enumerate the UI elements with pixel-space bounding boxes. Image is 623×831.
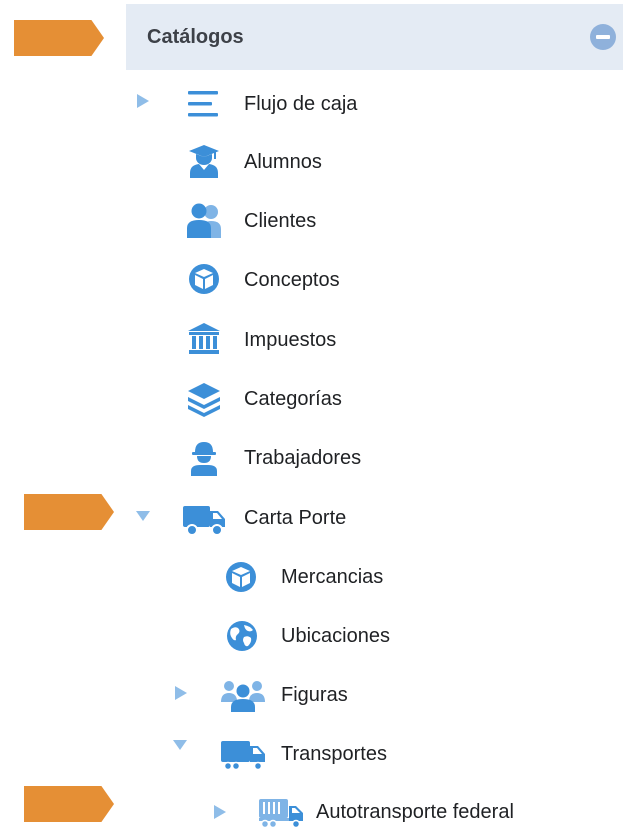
pointer-arrow-catalogos: [14, 20, 104, 56]
people-group-icon: [221, 681, 265, 712]
trailer-truck-icon: [259, 799, 303, 829]
item-label: Autotransporte federal: [316, 800, 514, 823]
item-label: Impuestos: [244, 328, 337, 351]
tree-item-autotransporte-federal[interactable]: Autotransporte federal: [316, 792, 514, 831]
item-label: Ubicaciones: [281, 624, 390, 647]
item-label: Conceptos: [244, 268, 340, 291]
truck-icon: [221, 741, 265, 771]
bank-icon: [188, 323, 220, 354]
item-label: Figuras: [281, 683, 348, 706]
box-icon: [226, 562, 256, 592]
item-label: Alumnos: [244, 150, 322, 173]
expand-triangle-figuras[interactable]: [175, 686, 187, 700]
item-label: Trabajadores: [244, 446, 362, 469]
item-label: Transportes: [281, 742, 387, 765]
pointer-arrow-carta-porte: [24, 494, 114, 530]
tree-item-flujo-de-caja[interactable]: Flujo de caja: [244, 84, 357, 124]
tree-item-impuestos[interactable]: Impuestos: [244, 320, 336, 360]
item-label: Clientes: [244, 209, 317, 232]
catalogos-header[interactable]: Catálogos: [126, 4, 623, 70]
tree-item-figuras[interactable]: Figuras: [281, 675, 348, 715]
tree-item-categorias[interactable]: Categorías: [244, 379, 342, 419]
tree-item-clientes[interactable]: Clientes: [244, 201, 316, 241]
tree-item-carta-porte[interactable]: Carta Porte: [244, 498, 346, 538]
item-label: Flujo de caja: [244, 92, 358, 115]
catalog-panel: Catálogos Flujo de caja Alumnos Clientes: [0, 0, 623, 831]
layers-icon: [188, 383, 220, 417]
globe-icon: [227, 621, 257, 651]
tree-item-transportes[interactable]: Transportes: [281, 734, 387, 774]
tree-item-alumnos[interactable]: Alumnos: [244, 142, 322, 182]
box-icon: [189, 264, 219, 294]
tree-item-ubicaciones[interactable]: Ubicaciones: [281, 616, 390, 656]
item-label: Categorías: [244, 387, 342, 410]
collapse-triangle-carta-porte[interactable]: [136, 511, 150, 521]
truck-icon: [183, 506, 225, 536]
item-label: Mercancias: [281, 565, 384, 588]
tree-item-trabajadores[interactable]: Trabajadores: [244, 438, 361, 478]
users-icon: [187, 203, 221, 238]
lines-icon: [188, 91, 218, 117]
tree-item-conceptos[interactable]: Conceptos: [244, 260, 340, 300]
collapse-triangle-transportes[interactable]: [173, 740, 187, 750]
tree-item-mercancias[interactable]: Mercancias: [281, 557, 383, 597]
pointer-arrow-autotransporte: [24, 786, 114, 822]
expand-triangle-autotransporte[interactable]: [214, 805, 226, 819]
collapse-icon[interactable]: [590, 24, 616, 50]
expand-triangle-flujo[interactable]: [137, 94, 149, 108]
item-label: Carta Porte: [244, 506, 347, 529]
graduate-icon: [189, 145, 219, 178]
worker-icon: [191, 442, 217, 476]
catalogos-title: Catálogos: [147, 26, 244, 48]
